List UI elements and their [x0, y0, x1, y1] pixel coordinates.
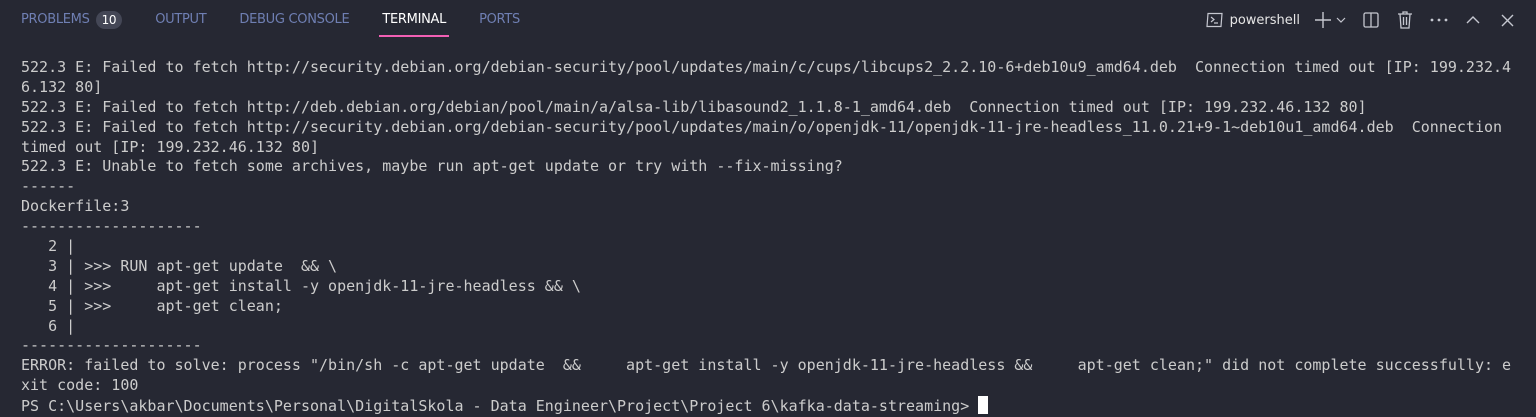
chevron-down-icon[interactable] — [1334, 9, 1348, 31]
tab-ports[interactable]: PORTS — [479, 0, 520, 40]
terminal-line: 3 | >>> RUN apt-get update && \ — [21, 256, 338, 275]
tab-problems[interactable]: PROBLEMS 10 — [21, 0, 123, 40]
terminal-line: 6.132 80] — [21, 77, 103, 96]
terminal-line: 4 | >>> apt-get install -y openjdk-11-jr… — [21, 276, 581, 295]
terminal-line: 522.3 E: Unable to fetch some archives, … — [21, 157, 843, 176]
problems-count-badge: 10 — [95, 10, 123, 29]
terminal-line: xit code: 100 — [21, 376, 139, 395]
terminal-line: 522.3 E: Failed to fetch http://security… — [21, 58, 1512, 76]
terminal-prompt-line[interactable]: PS C:\Users\akbar\Documents\Personal\Dig… — [21, 396, 1516, 416]
terminal-toolbar: powershell — [1205, 0, 1536, 40]
tab-debug-console[interactable]: DEBUG CONSOLE — [239, 0, 349, 40]
terminal-cursor — [978, 396, 989, 415]
terminal-line: 6 | — [21, 316, 76, 335]
terminal-line: 522.3 E: Failed to fetch http://security… — [21, 117, 1503, 136]
close-icon[interactable] — [1496, 9, 1518, 31]
tab-terminal[interactable]: TERMINAL — [379, 0, 449, 40]
tab-output[interactable]: OUTPUT — [155, 0, 206, 40]
terminal-line: 5 | >>> apt-get clean; — [21, 296, 283, 315]
terminal-line: -------------------- — [21, 217, 202, 236]
tab-label: PROBLEMS — [21, 12, 90, 27]
terminal-output[interactable]: 522.3 E: Failed to fetch http://security… — [21, 58, 1516, 416]
terminal-shell-selector[interactable]: powershell — [1205, 12, 1300, 28]
chevron-up-icon[interactable] — [1462, 9, 1484, 31]
split-icon[interactable] — [1360, 9, 1382, 31]
terminal-icon — [1205, 12, 1224, 28]
panel-tabs: PROBLEMS 10 OUTPUT DEBUG CONSOLE TERMINAL… — [0, 0, 532, 40]
more-icon[interactable] — [1428, 9, 1450, 31]
terminal-line: ------ — [21, 177, 76, 196]
prompt-text: PS C:\Users\akbar\Documents\Personal\Dig… — [21, 397, 970, 416]
terminal-line: 522.3 E: Failed to fetch http://deb.debi… — [21, 97, 1367, 116]
trash-icon[interactable] — [1394, 9, 1416, 31]
terminal-line: ERROR: failed to solve: process "/bin/sh… — [21, 356, 1512, 375]
shell-label: powershell — [1229, 12, 1300, 28]
terminal-line: 2 | — [21, 237, 76, 256]
plus-icon[interactable] — [1312, 9, 1334, 31]
terminal-line: Dockerfile:3 — [21, 197, 130, 216]
terminal-line: timed out [IP: 199.232.46.132 80] — [21, 137, 320, 156]
terminal-line: -------------------- — [21, 336, 202, 355]
